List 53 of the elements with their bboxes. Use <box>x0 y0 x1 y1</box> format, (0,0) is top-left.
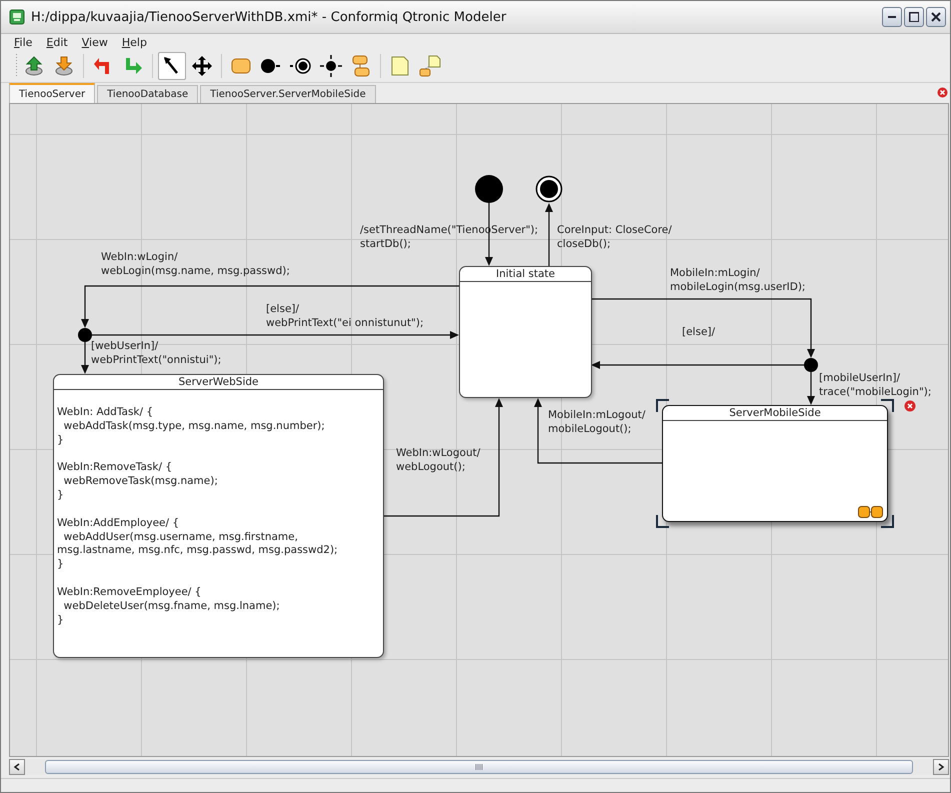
selection-handle[interactable] <box>656 399 670 413</box>
state-action-text: WebIn: AddTask/ { webAddTask(msg.type, msg.name, msg.number); } <box>57 406 326 448</box>
initial-node <box>475 175 503 203</box>
move-icon <box>190 54 214 78</box>
tool-button[interactable] <box>158 52 186 80</box>
tab[interactable]: TienooServer.ServerMobileSide <box>200 85 376 103</box>
transition-label: [else]/ webPrintText("ei onnistunut"); <box>266 303 424 330</box>
close-button[interactable] <box>926 7 946 27</box>
choice-node-icon <box>319 54 343 78</box>
note-link-icon <box>418 54 442 78</box>
state-name: ServerMobileSide <box>729 406 821 420</box>
close-icon[interactable] <box>937 87 948 98</box>
transition-label: WebIn:wLogin/ webLogin(msg.name, msg.passwd); <box>101 251 290 278</box>
state-action-text: WebIn:RemoveTask/ { webRemoveTask(msg.name); } <box>57 461 219 503</box>
selection-handle[interactable] <box>656 514 670 528</box>
state-name: ServerWebSide <box>178 376 259 388</box>
tab[interactable]: TienooServer <box>9 83 96 103</box>
transition-label: MobileIn:mLogout/ mobileLogout(); <box>548 409 646 436</box>
menu-item[interactable]: Edit <box>39 36 75 48</box>
transition-label: WebIn:wLogout/ webLogout(); <box>396 447 480 474</box>
window-title: H:/dippa/kuvaajia/TienooServerWithDB.xmi* - Conformiq Qtronic Modeler <box>31 10 508 24</box>
close-icon <box>931 12 941 22</box>
transition-label: [mobileUserIn]/ trace("mobileLogin"); <box>819 372 932 399</box>
transition-arrow <box>81 342 89 374</box>
choice-node <box>804 358 818 372</box>
app-icon <box>9 9 25 25</box>
state-action-text: WebIn:AddEmployee/ { webAddUser(msg.username, msg.firstname, msg.lastname, msg.nfc, msg.passwd, msg.passwd2); } <box>57 516 339 572</box>
maximize-button[interactable] <box>904 7 924 27</box>
maximize-icon <box>908 12 920 22</box>
menu-item[interactable]: View <box>74 36 115 48</box>
tab[interactable]: TienooDatabase <box>97 85 198 103</box>
toolbar-grip-icon[interactable] <box>15 53 18 79</box>
choice-node <box>78 328 92 342</box>
delete-icon[interactable] <box>904 400 916 412</box>
scrollbar-thumb[interactable] <box>45 760 913 774</box>
state-name: Initial state <box>496 268 555 280</box>
transition-arrow <box>545 203 553 266</box>
scroll-left-button[interactable] <box>9 759 25 775</box>
menu-item[interactable]: File <box>7 36 40 48</box>
final-node <box>536 176 562 202</box>
selection-handle[interactable] <box>880 514 894 528</box>
transition-label: [webUserIn]/ webPrintText("onnistui"); <box>91 340 222 367</box>
transition-label: MobileIn:mLogin/ mobileLogin(msg.userID); <box>670 267 806 294</box>
state-action-text: WebIn:RemoveEmployee/ { webDeleteUser(msg.fname, msg.lname); } <box>57 586 281 628</box>
submachine-icon <box>858 506 884 519</box>
minimize-button[interactable] <box>882 7 902 27</box>
transition-label: [else]/ <box>682 326 716 340</box>
minimize-icon <box>888 16 896 18</box>
transition-label: CoreInput: CloseCore/ closeDb(); <box>557 224 672 251</box>
tool-button[interactable] <box>317 52 345 80</box>
selection-handle[interactable] <box>880 399 894 413</box>
scroll-right-button[interactable] <box>933 759 949 775</box>
menu-item[interactable]: Help <box>114 36 154 48</box>
